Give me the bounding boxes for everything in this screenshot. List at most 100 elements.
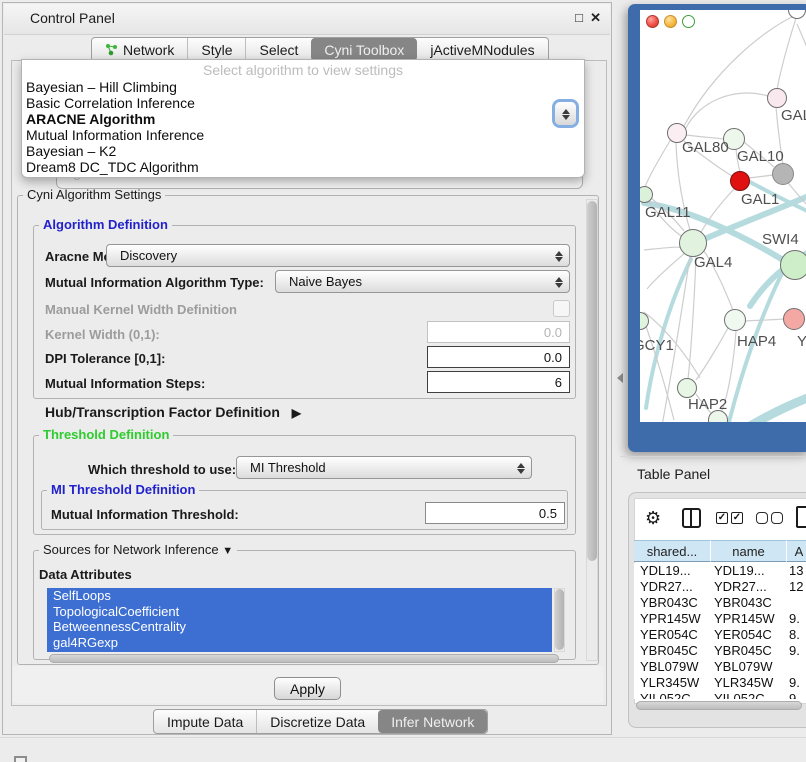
splitter-handle-icon[interactable] [612, 373, 623, 383]
tab-impute-data[interactable]: Impute Data [154, 710, 256, 733]
list-item-topologicalcoefficient[interactable]: TopologicalCoefficient [47, 604, 552, 620]
close-traffic-light[interactable] [646, 15, 659, 28]
node-label-gal11: GAL11 [645, 204, 691, 221]
mi-type-label: Mutual Information Algorithm Type: [45, 275, 264, 290]
network-node-hap2[interactable] [677, 378, 697, 398]
tab-cyni-toolbox[interactable]: Cyni Toolbox [311, 38, 417, 61]
table-row[interactable]: YPR145WYPR145W9. [634, 611, 806, 627]
node-label-gal1: GAL1 [741, 191, 779, 208]
table-row[interactable]: YLR345WYLR345W9. [634, 675, 806, 691]
tab-infer-network[interactable]: Infer Network [378, 710, 487, 733]
mi-threshold-label: Mutual Information Threshold: [51, 507, 239, 522]
kernel-width-field: 0.0 [427, 321, 570, 343]
network-node-gal4[interactable] [679, 229, 707, 257]
mi-steps-field[interactable]: 6 [427, 371, 570, 393]
gear-icon[interactable]: ⚙ [645, 508, 661, 529]
menu-item-bayesian-hill-climbing[interactable]: Bayesian – Hill Climbing [25, 79, 581, 95]
select-all-icon2[interactable]: ✓ [731, 512, 743, 524]
network-tab-icon [105, 43, 118, 56]
network-node-swi4[interactable] [780, 250, 806, 280]
split-columns-divider [690, 510, 692, 526]
mi-algorithm-type-select[interactable]: Naive Bayes [275, 270, 570, 293]
data-attributes-list: SelfLoops TopologicalCoefficient Between… [47, 588, 552, 652]
table-row[interactable]: YER054CYER054C8. [634, 627, 806, 643]
column-header-name[interactable]: name [711, 540, 787, 562]
focused-combo-button[interactable] [555, 102, 576, 125]
node-label-y: Y [797, 333, 806, 350]
minimize-traffic-light[interactable] [664, 15, 677, 28]
page-icon[interactable] [796, 506, 806, 528]
network-node-pink[interactable] [783, 308, 805, 330]
hub-definition-disclosure[interactable]: Hub/Transcription Factor Definition ▶ [45, 404, 301, 420]
minimized-panel-icon[interactable] [14, 756, 27, 762]
table-body: YDL19...YDL19...13 YDR27...YDR27...12 YB… [634, 563, 806, 699]
column-header-shared-name[interactable]: shared... [634, 540, 711, 562]
menu-item-mutual-information[interactable]: Mutual Information Inference [25, 127, 581, 143]
settings-hscrollbar-thumb[interactable] [49, 654, 559, 663]
menu-item-basic-correlation[interactable]: Basic Correlation Inference [25, 95, 581, 111]
tab-discretize-data[interactable]: Discretize Data [256, 710, 378, 733]
sources-disclosure[interactable]: Sources for Network Inference ▼ [39, 543, 237, 558]
algorithm-dropdown-popup: Select algorithm to view settings Bayesi… [21, 59, 585, 178]
node-label-gal4: GAL4 [694, 254, 732, 271]
menu-item-aracne[interactable]: ARACNE Algorithm [25, 111, 581, 127]
zoom-traffic-light[interactable] [682, 15, 695, 28]
aracne-mode-select[interactable]: Discovery [106, 244, 570, 267]
algorithm-definition-title: Algorithm Definition [39, 218, 172, 232]
tab-jactivemnodules[interactable]: jActiveMNodules [417, 38, 547, 61]
dpi-tolerance-field[interactable]: 0.0 [427, 346, 570, 368]
dpi-tolerance-label: DPI Tolerance [0,1]: [45, 351, 165, 366]
network-node-hap4[interactable] [724, 309, 746, 331]
table-row[interactable]: YIL052CYIL052C9. [634, 691, 806, 699]
network-node-selected-red[interactable] [730, 171, 750, 191]
list-item-selfloops[interactable]: SelfLoops [47, 588, 552, 604]
mi-threshold-field[interactable]: 0.5 [425, 502, 565, 524]
menu-item-bayesian-k2[interactable]: Bayesian – K2 [25, 143, 581, 159]
table-row[interactable]: YDR27...YDR27...12 [634, 579, 806, 595]
bottom-divider [0, 737, 806, 738]
table-row[interactable]: YBR043CYBR043C [634, 595, 806, 611]
popup-placeholder: Select algorithm to view settings [22, 62, 584, 78]
mi-steps-label: Mutual Information Steps: [45, 376, 205, 391]
threshold-definition-title: Threshold Definition [39, 428, 173, 442]
deselect-all-icon[interactable] [756, 512, 768, 524]
table-hscrollbar-thumb[interactable] [636, 701, 802, 710]
node-label: GAL [781, 107, 806, 124]
menu-item-dream8[interactable]: Dream8 DC_TDC Algorithm [25, 159, 581, 175]
list-item-betweennesscentrality[interactable]: BetweennessCentrality [47, 619, 552, 635]
table-panel-title: Table Panel [637, 466, 710, 482]
network-node[interactable] [767, 88, 787, 108]
select-all-icon[interactable]: ✓ [716, 512, 728, 524]
node-label-hap2: HAP2 [688, 396, 727, 413]
window-title: Control Panel [30, 10, 115, 26]
close-window-icon[interactable]: ✕ [590, 10, 601, 26]
manual-kernel-label: Manual Kernel Width Definition [45, 302, 237, 317]
tab-network[interactable]: Network [92, 38, 187, 61]
node-label-gal80: GAL80 [682, 139, 729, 156]
node-label-hap4: HAP4 [737, 333, 776, 350]
network-node-gray[interactable] [772, 163, 794, 185]
data-attributes-label: Data Attributes [39, 567, 132, 582]
table-row[interactable]: YBR045CYBR045C9. [634, 643, 806, 659]
which-threshold-label: Which threshold to use: [88, 462, 236, 477]
column-header-clipped[interactable]: A [787, 540, 806, 562]
which-threshold-select[interactable]: MI Threshold [236, 456, 532, 479]
table-row[interactable]: YDL19...YDL19...13 [634, 563, 806, 579]
list-item-gal4rgexp[interactable]: gal4RGexp [47, 635, 552, 651]
table-row[interactable]: YBL079WYBL079W [634, 659, 806, 675]
network-canvas[interactable]: GAL GAL80 GAL10 GAL1 GAL11 GAL4 SWI4 GCY… [640, 10, 806, 422]
attributes-scrollbar-thumb[interactable] [555, 589, 564, 650]
disclosure-right-icon: ▶ [292, 406, 301, 420]
cyni-algorithm-settings-title: Cyni Algorithm Settings [23, 188, 165, 202]
apply-button[interactable]: Apply [274, 677, 341, 700]
tab-select[interactable]: Select [245, 38, 311, 61]
tab-style[interactable]: Style [187, 38, 245, 61]
settings-scrollbar-thumb[interactable] [587, 201, 597, 561]
manual-kernel-checkbox [553, 300, 570, 317]
deselect-all-icon2[interactable] [771, 512, 783, 524]
split-columns-icon[interactable] [682, 508, 701, 528]
kernel-width-label: Kernel Width (0,1): [45, 327, 160, 342]
float-window-icon[interactable]: □ [575, 10, 583, 25]
node-label-gcy1: GCY1 [640, 337, 674, 354]
mi-threshold-group-title: MI Threshold Definition [47, 483, 199, 497]
